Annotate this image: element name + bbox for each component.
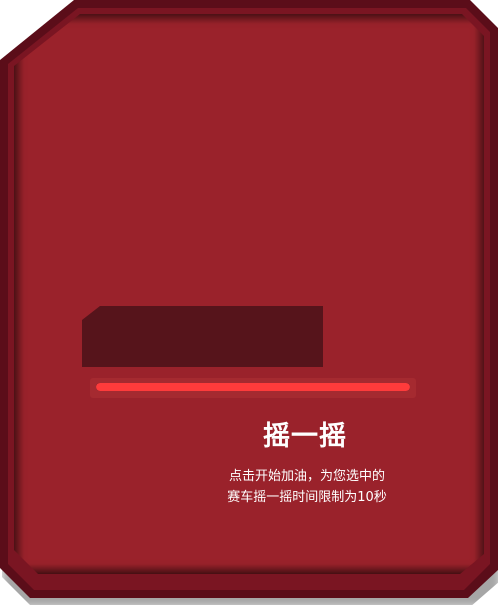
progress-fill bbox=[96, 383, 410, 391]
image-placeholder-plate bbox=[82, 306, 323, 367]
shake-panel: 摇一摇 点击开始加油，为您选中的 赛车摇一摇时间限制为10秒 bbox=[0, 0, 498, 605]
panel-title: 摇一摇 bbox=[263, 421, 347, 452]
progress-bar bbox=[96, 383, 410, 391]
description-line-2: 赛车摇一摇时间限制为10秒 bbox=[227, 490, 387, 505]
panel-description: 点击开始加油，为您选中的 赛车摇一摇时间限制为10秒 bbox=[200, 466, 414, 508]
description-line-1: 点击开始加油，为您选中的 bbox=[228, 469, 385, 484]
